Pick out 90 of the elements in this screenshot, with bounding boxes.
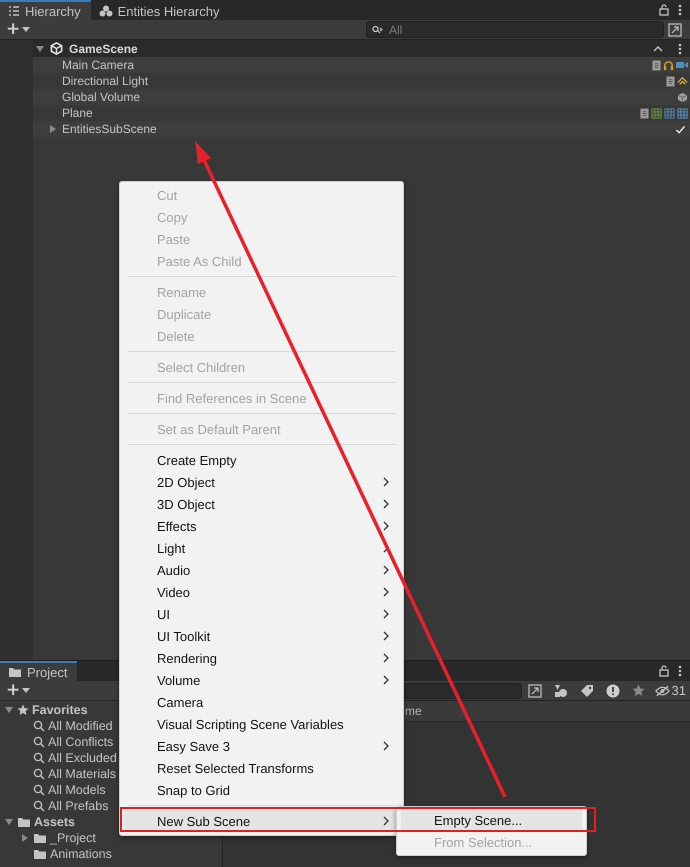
menu-item[interactable]: 2D Object xyxy=(120,471,403,493)
lock-icon[interactable] xyxy=(658,665,670,677)
search-icon xyxy=(33,752,45,764)
column-heading: me xyxy=(405,704,422,718)
script-icon xyxy=(666,76,675,86)
folder-icon xyxy=(17,816,31,828)
add-button[interactable]: + xyxy=(0,682,34,699)
tree-item[interactable]: Assets xyxy=(34,815,75,829)
grid-icon xyxy=(677,108,688,118)
search-icon xyxy=(33,768,45,780)
menu-item[interactable]: Volume xyxy=(120,669,403,691)
tree-item[interactable]: All Prefabs xyxy=(48,799,108,813)
panel-tab[interactable]: Hierarchy xyxy=(0,0,91,20)
menu-item[interactable]: Snap to Grid xyxy=(120,779,403,801)
panel-tab[interactable]: Entities Hierarchy xyxy=(90,0,230,20)
menu-item[interactable]: 3D Object xyxy=(120,493,403,515)
folder-icon xyxy=(8,666,22,678)
more-options-icon[interactable] xyxy=(678,4,682,16)
window-icon[interactable] xyxy=(668,22,682,36)
menu-item[interactable]: Create Empty xyxy=(120,449,403,471)
game-object-name[interactable]: Plane xyxy=(62,106,93,120)
menu-item[interactable]: Rendering xyxy=(120,647,403,669)
cube-icon xyxy=(677,92,688,102)
tree-item[interactable]: All Models xyxy=(48,783,106,797)
three-circles-icon xyxy=(98,5,113,17)
panel-tab[interactable]: Project xyxy=(0,661,78,681)
more-options-icon[interactable] xyxy=(678,665,682,677)
search-icon xyxy=(33,736,45,748)
tree-item[interactable]: Favorites xyxy=(32,703,88,717)
tree-item[interactable]: All Modified xyxy=(48,719,113,733)
tree-item[interactable]: _Project xyxy=(50,831,96,845)
warning-icon[interactable] xyxy=(606,684,620,698)
search-icon xyxy=(33,800,45,812)
checkmark-icon[interactable] xyxy=(675,124,686,134)
shapes-icon[interactable] xyxy=(554,684,568,698)
folder-icon xyxy=(33,832,47,844)
hierarchy-row[interactable]: Global Volume xyxy=(33,89,690,105)
expand-arrow-icon[interactable] xyxy=(4,817,14,827)
menu-item[interactable]: Camera xyxy=(120,691,403,713)
eye-slash-icon[interactable] xyxy=(654,684,670,696)
tree-item[interactable]: All Excluded xyxy=(48,751,117,765)
search-icon xyxy=(33,720,45,732)
more-options-icon[interactable] xyxy=(678,42,682,54)
expand-arrow-icon[interactable] xyxy=(35,44,45,54)
lock-icon[interactable] xyxy=(658,4,670,16)
expand-arrow-icon[interactable] xyxy=(4,705,14,715)
unity-cube-icon xyxy=(50,42,63,55)
tree-item[interactable]: Animations xyxy=(50,847,112,861)
caret-icon xyxy=(22,26,30,32)
tree-item[interactable]: All Materials xyxy=(48,767,116,781)
menu-item[interactable]: UI xyxy=(120,603,403,625)
headphones-icon xyxy=(663,60,674,70)
game-object-name[interactable]: EntitiesSubScene xyxy=(62,122,157,136)
light-icon xyxy=(677,76,688,86)
hierarchy-row[interactable]: Main Camera xyxy=(33,57,690,73)
tag-icon[interactable] xyxy=(580,684,594,698)
caret-icon xyxy=(22,688,30,694)
add-button[interactable]: + xyxy=(0,21,34,38)
script-icon xyxy=(652,60,661,70)
video-camera-icon xyxy=(676,60,688,70)
menu-item[interactable]: Effects xyxy=(120,515,403,537)
scene-name[interactable]: GameScene xyxy=(69,42,138,56)
star-icon xyxy=(17,704,29,716)
menu-item[interactable]: Audio xyxy=(120,559,403,581)
window-icon[interactable] xyxy=(528,684,542,698)
menu-item[interactable]: Empty Scene... xyxy=(401,809,582,831)
menu-item[interactable]: Video xyxy=(120,581,403,603)
list-icon xyxy=(8,5,20,17)
script-icon xyxy=(640,108,649,118)
expand-arrow-icon[interactable] xyxy=(20,833,30,843)
grid-icon xyxy=(651,108,662,118)
search-field[interactable]: All xyxy=(366,21,664,38)
menu-item[interactable]: UI Toolkit xyxy=(120,625,403,647)
hierarchy-row[interactable]: EntitiesSubScene xyxy=(33,121,690,137)
game-object-name[interactable]: Main Camera xyxy=(62,58,134,72)
folder-icon xyxy=(33,848,47,860)
star-icon[interactable] xyxy=(632,684,645,697)
menu-item[interactable]: Visual Scripting Scene Variables xyxy=(120,713,403,735)
menu-item[interactable]: New Sub Scene xyxy=(124,810,399,832)
menu-item[interactable]: Light xyxy=(120,537,403,559)
menu-item[interactable]: Easy Save 3 xyxy=(120,735,403,757)
chevron-up-icon[interactable] xyxy=(653,46,663,52)
expand-arrow-icon[interactable] xyxy=(48,124,58,134)
hidden-count: 31 xyxy=(672,683,686,698)
game-object-name[interactable]: Global Volume xyxy=(62,90,140,104)
search-icon xyxy=(33,784,45,796)
game-object-name[interactable]: Directional Light xyxy=(62,74,148,88)
menu-item[interactable]: Reset Selected Transforms xyxy=(120,757,403,779)
tree-item[interactable]: All Conflicts xyxy=(48,735,114,749)
grid-icon xyxy=(664,108,675,118)
